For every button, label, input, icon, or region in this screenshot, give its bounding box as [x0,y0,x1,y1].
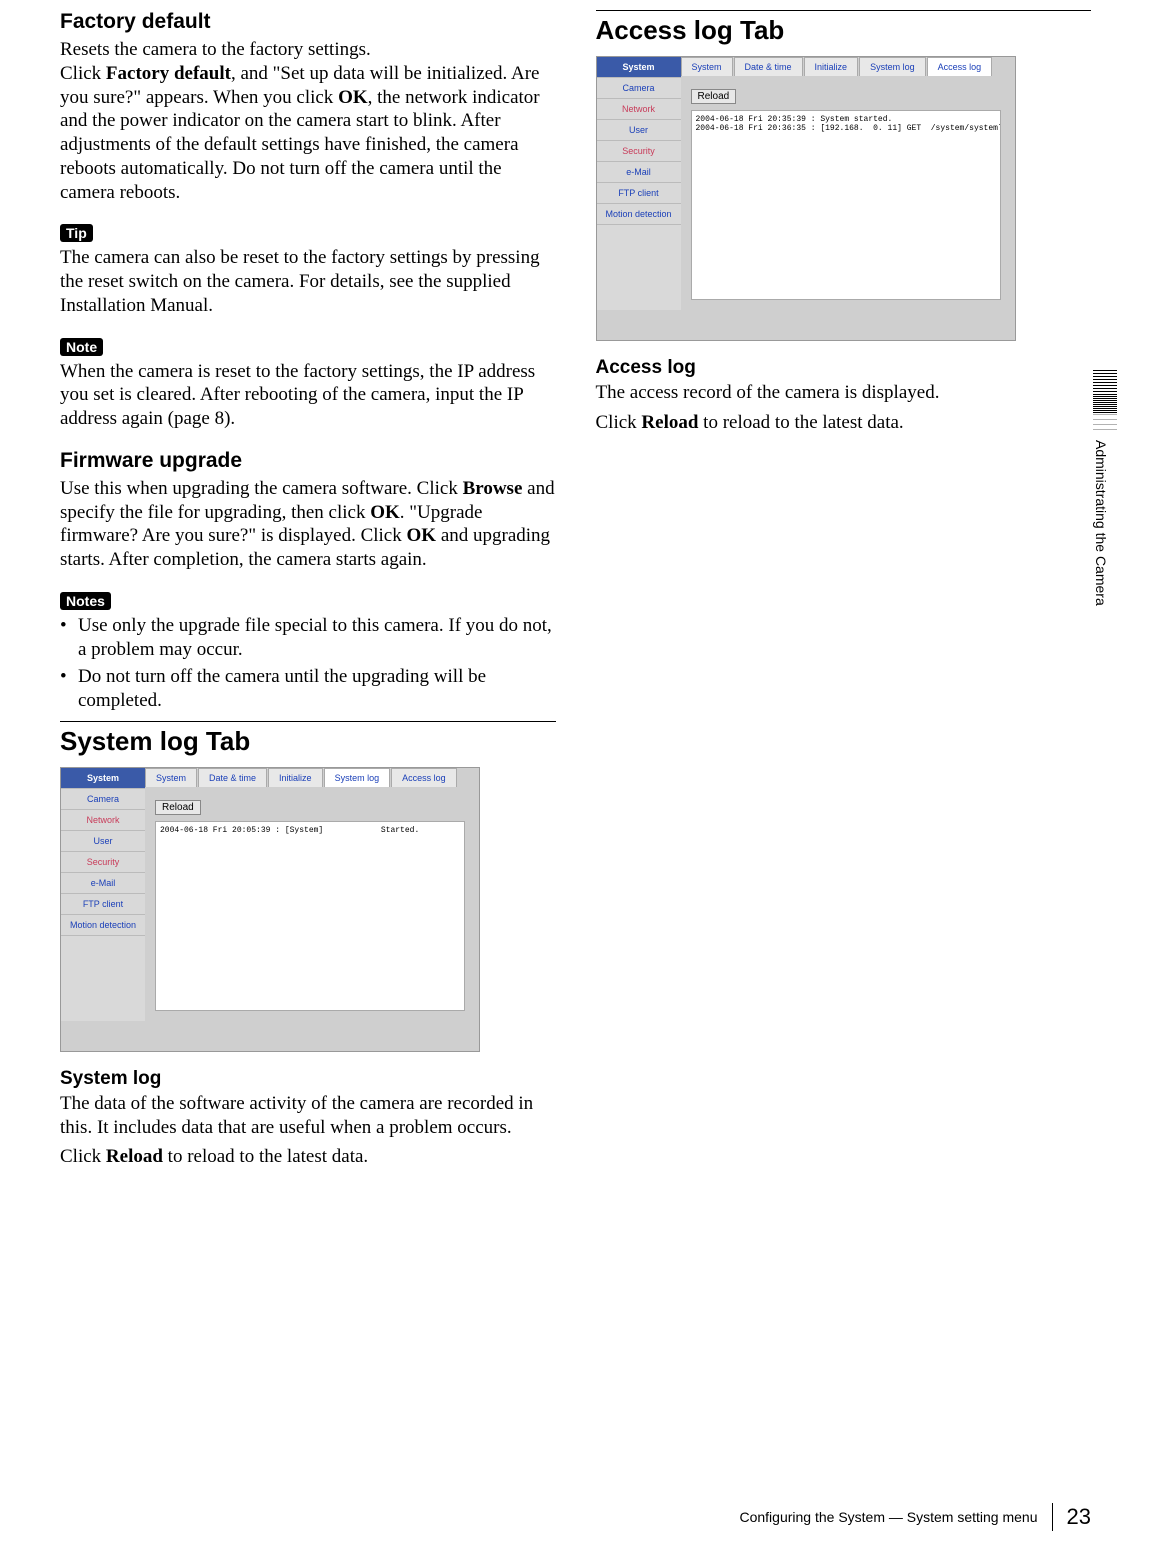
note-text: When the camera is reset to the factory … [60,360,556,431]
access-log-desc: The access record of the camera is displ… [596,381,1092,405]
sidebar-item: Camera [61,789,145,810]
system-log-reload-text: Click Reload to reload to the latest dat… [60,1145,556,1169]
margin-lines-icon [1093,370,1117,430]
shot-tabs: System Date & time Initialize System log… [145,768,479,787]
notes-list: •Use only the upgrade file special to th… [60,614,556,713]
tip-text: The camera can also be reset to the fact… [60,246,556,317]
tab: System [681,57,733,76]
bold-ok: OK [370,502,400,523]
reload-button: Reload [155,800,201,815]
tab: Date & time [734,57,803,76]
bold-ok: OK [407,525,437,546]
tip-label: Tip [60,224,93,242]
log-textarea: 2004-06-18 Fri 20:05:39 : [System] Start… [155,821,465,1011]
sidebar-item: e-Mail [61,873,145,894]
page-number: 23 [1067,1504,1091,1530]
system-log-desc: The data of the software activity of the… [60,1092,556,1140]
log-textarea: 2004-06-18 Fri 20:35:39 : System started… [691,110,1001,300]
sidebar-item: Motion detection [61,915,145,936]
screenshot-system-log: System Camera Network User Security e-Ma… [60,767,480,1052]
heading-access-log: Access log [596,357,1092,379]
bold-reload: Reload [641,412,698,433]
firmware-text: Use this when upgrading the camera softw… [60,477,556,572]
sidebar-item: User [61,831,145,852]
section-divider [60,721,556,722]
reload-button: Reload [691,89,737,104]
shot-sidebar: System Camera Network User Security e-Ma… [61,768,145,1021]
bullet-icon: • [60,665,78,713]
tab: Initialize [804,57,859,76]
bold-ok: OK [338,87,368,108]
margin-section-label: Administrating the Camera [1093,440,1109,606]
list-item: •Use only the upgrade file special to th… [60,614,556,662]
margin-decoration: Administrating the Camera [1093,370,1117,606]
sidebar-item: Network [597,99,681,120]
note-item-2: Do not turn off the camera until the upg… [78,665,556,713]
sidebar-header: System [61,768,145,789]
footer-divider [1052,1503,1053,1531]
section-divider [596,10,1092,11]
sidebar-item: Security [597,141,681,162]
text: Click [60,1146,106,1167]
heading-system-log: System log [60,1068,556,1090]
tab-active: System log [324,768,391,787]
page-footer: Configuring the System — System setting … [739,1503,1091,1531]
sidebar-item: e-Mail [597,162,681,183]
tab: System log [859,57,926,76]
tab: Access log [391,768,457,787]
text: to reload to the latest data. [698,412,903,433]
notes-label: Notes [60,592,111,610]
shot-tabs: System Date & time Initialize System log… [681,57,1015,76]
sidebar-header: System [597,57,681,78]
heading-factory-default: Factory default [60,10,556,34]
sidebar-item: Motion detection [597,204,681,225]
text: Resets the camera to the factory setting… [60,39,371,60]
sidebar-item: Security [61,852,145,873]
text: Click [60,63,106,84]
footer-text: Configuring the System — System setting … [739,1509,1037,1525]
bullet-icon: • [60,614,78,662]
note-label: Note [60,338,103,356]
bold-reload: Reload [106,1146,163,1167]
screenshot-access-log: System Camera Network User Security e-Ma… [596,56,1016,341]
tab: Initialize [268,768,323,787]
tab: Date & time [198,768,267,787]
bold-factory-default: Factory default [106,63,231,84]
factory-default-text: Resets the camera to the factory setting… [60,38,556,204]
text: Use this when upgrading the camera softw… [60,478,463,499]
text: to reload to the latest data. [163,1146,368,1167]
sidebar-item: FTP client [597,183,681,204]
bold-browse: Browse [463,478,523,499]
sidebar-item: Network [61,810,145,831]
heading-firmware-upgrade: Firmware upgrade [60,449,556,473]
heading-system-log-tab: System log Tab [60,726,556,757]
access-log-reload-text: Click Reload to reload to the latest dat… [596,411,1092,435]
sidebar-item: FTP client [61,894,145,915]
tab-active: Access log [927,57,993,76]
sidebar-item: Camera [597,78,681,99]
tab: System [145,768,197,787]
heading-access-log-tab: Access log Tab [596,15,1092,46]
sidebar-item: User [597,120,681,141]
shot-sidebar: System Camera Network User Security e-Ma… [597,57,681,310]
note-item-1: Use only the upgrade file special to thi… [78,614,556,662]
text: Click [596,412,642,433]
list-item: •Do not turn off the camera until the up… [60,665,556,713]
